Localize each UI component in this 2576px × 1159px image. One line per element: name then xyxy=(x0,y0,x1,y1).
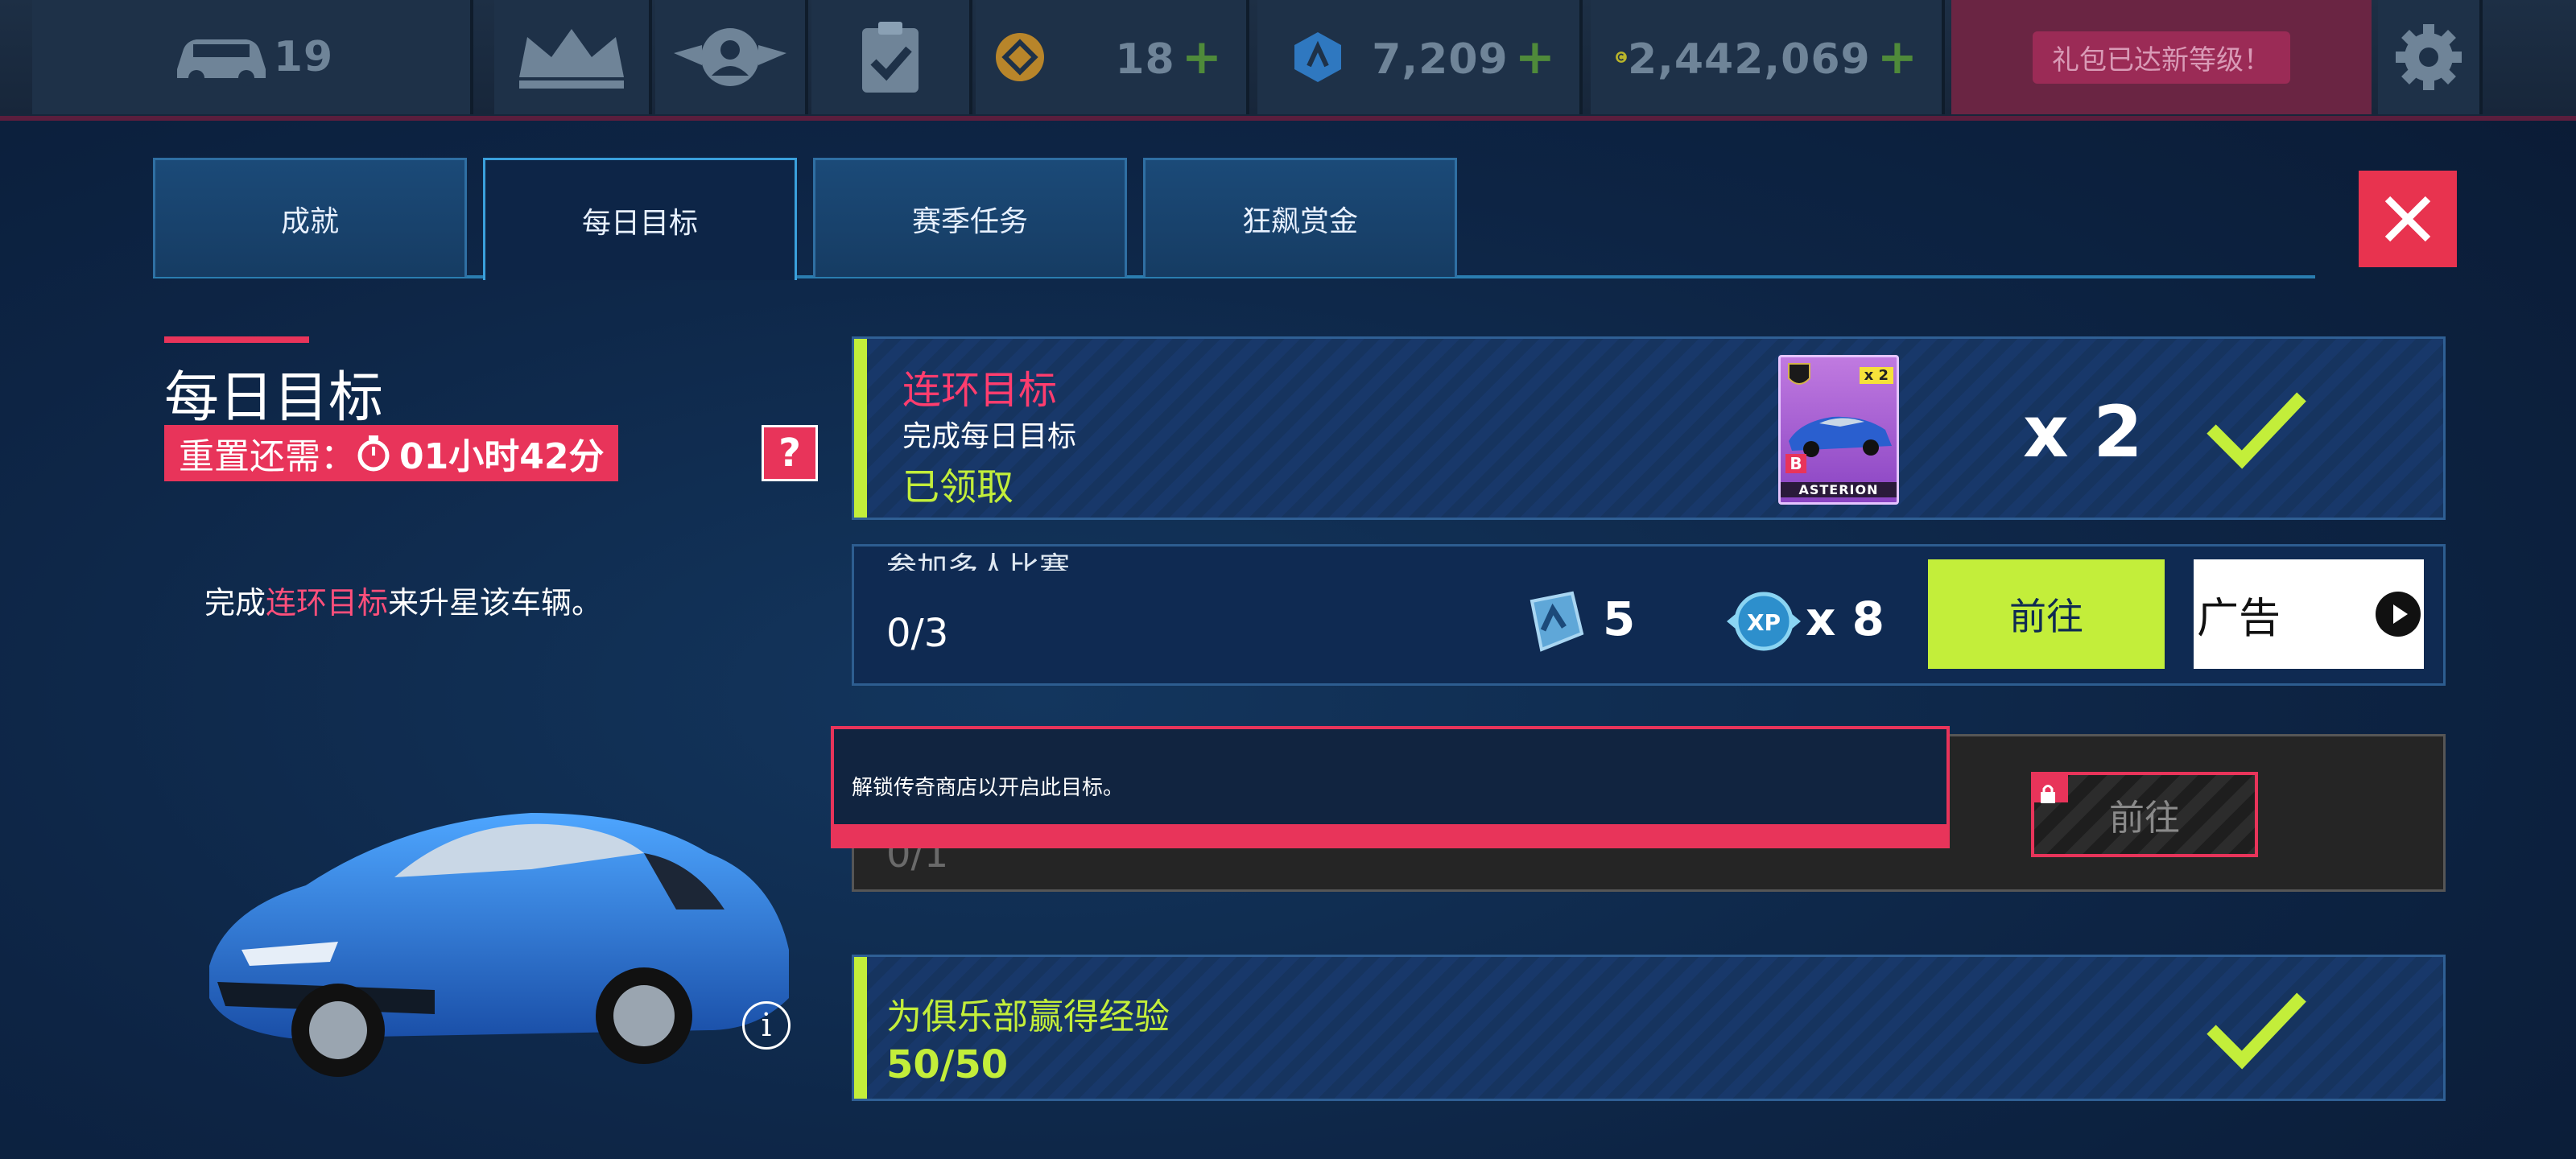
title-accent xyxy=(164,336,309,343)
lock-tag xyxy=(2031,772,2068,803)
locked-go-button[interactable]: 前往 xyxy=(2031,772,2258,857)
locked-go-label: 前往 xyxy=(2109,798,2180,839)
reward-grade: B xyxy=(1785,454,1806,473)
xp-icon: XP xyxy=(1727,592,1801,651)
profile-button[interactable] xyxy=(655,0,808,114)
add-tokens-icon[interactable]: + xyxy=(1182,29,1222,85)
page-title: 每日目标 xyxy=(164,366,384,430)
cars-count: 19 xyxy=(273,33,334,81)
tab-daily-goals[interactable]: 每日目标 xyxy=(483,158,797,280)
gem-reward-value: 5 xyxy=(1603,592,1636,646)
profile-badge-icon xyxy=(674,28,786,86)
reward-multiplier: x 2 xyxy=(2023,390,2143,473)
multiplayer-goal-card: 参加多人比赛 0/3 5 XP x 8 前往 广告 xyxy=(852,544,2446,686)
completed-indicator xyxy=(854,957,867,1099)
tooltip-strip xyxy=(834,824,1946,845)
garage-button[interactable]: 19 xyxy=(32,0,473,114)
close-button[interactable] xyxy=(2359,171,2457,267)
add-credits-icon[interactable]: + xyxy=(1877,29,1918,85)
blueprint-gem-icon xyxy=(1530,591,1584,652)
reset-timer: 重置还需： 01小时42分 xyxy=(164,425,619,481)
tab-season-tasks[interactable]: 赛季任务 xyxy=(813,158,1127,277)
club-xp-title: 为俱乐部赢得经验 xyxy=(886,996,1170,1037)
ad-label: 广告 xyxy=(2197,594,2281,643)
close-icon xyxy=(2384,196,2431,242)
add-blueprints-icon[interactable]: + xyxy=(1515,29,1555,85)
blueprint-icon xyxy=(1294,32,1341,82)
gift-label: 礼包已达新等级！ xyxy=(2033,31,2290,84)
claimed-status: 已领取 xyxy=(902,465,1013,509)
club-xp-goal-card: 为俱乐部赢得经验 50/50 xyxy=(852,955,2446,1101)
description-text: 完成连环目标来升星该车辆。 xyxy=(204,585,603,621)
multiplayer-goal-title: 参加多人比赛 xyxy=(886,551,1071,571)
lock-icon xyxy=(2041,785,2055,803)
credits-icon xyxy=(1616,52,1627,63)
chain-goal-title: 连环目标 xyxy=(902,368,1058,413)
reward-car-name: ASTERION xyxy=(1781,482,1897,497)
clipboard-check-icon xyxy=(862,22,919,93)
multiplayer-progress: 0/3 xyxy=(886,611,949,656)
settings-button[interactable] xyxy=(2378,0,2483,114)
stopwatch-icon xyxy=(357,435,390,472)
gear-icon xyxy=(2396,24,2462,90)
crown-button[interactable] xyxy=(494,0,652,114)
top-status-bar: 19 18 + 7,209 + 2,442,069 + 礼包已达新等级！ xyxy=(0,0,2576,121)
desc-highlight: 连环目标 xyxy=(266,585,389,621)
reset-label: 重置还需： xyxy=(179,436,356,477)
token-icon xyxy=(996,33,1044,81)
lamborghini-emblem-icon xyxy=(1788,363,1810,385)
car-icon xyxy=(176,39,266,86)
xp-reward-value: x 8 xyxy=(1806,592,1885,646)
tokens-value: 18 xyxy=(1115,35,1175,84)
credits-value: 2,442,069 xyxy=(1627,35,1871,84)
go-button[interactable]: 前往 xyxy=(1928,559,2165,669)
tab-achievements[interactable]: 成就 xyxy=(153,158,467,277)
chain-goal-subtitle: 完成每日目标 xyxy=(902,420,1077,453)
tooltip-text: 解锁传奇商店以开启此目标。 xyxy=(852,776,1125,800)
checkmark-icon xyxy=(2207,392,2306,469)
svg-text:XP: XP xyxy=(1747,609,1781,636)
reset-time: 01小时42分 xyxy=(399,436,605,477)
tab-bounty[interactable]: 狂飙赏金 xyxy=(1143,158,1457,277)
crown-icon xyxy=(519,29,624,89)
tasks-button[interactable] xyxy=(811,0,972,114)
reward-multiplier-badge: x 2 xyxy=(1859,367,1893,384)
watch-ad-button[interactable]: 广告 xyxy=(2194,559,2424,669)
completed-indicator xyxy=(854,339,867,518)
tokens-counter[interactable]: 18 + xyxy=(976,0,1249,114)
gift-banner[interactable]: 礼包已达新等级！ xyxy=(1951,0,2372,114)
car-info-button[interactable]: i xyxy=(742,1001,791,1050)
car-image xyxy=(193,789,805,1087)
play-icon xyxy=(2376,592,2421,637)
help-button[interactable]: ? xyxy=(762,425,818,481)
unlock-tooltip: 解锁传奇商店以开启此目标。 xyxy=(831,726,1950,848)
checkmark-icon xyxy=(2207,992,2306,1070)
chain-goal-card: 连环目标 完成每日目标 已领取 x 2 B ASTERION x 2 xyxy=(852,336,2446,520)
reward-car-card[interactable]: x 2 B ASTERION xyxy=(1778,355,1899,505)
credits-counter[interactable]: 2,442,069 + xyxy=(1591,0,1945,114)
blueprints-value: 7,209 xyxy=(1372,35,1509,84)
club-xp-progress: 50/50 xyxy=(886,1042,1009,1087)
blueprints-counter[interactable]: 7,209 + xyxy=(1257,0,1583,114)
